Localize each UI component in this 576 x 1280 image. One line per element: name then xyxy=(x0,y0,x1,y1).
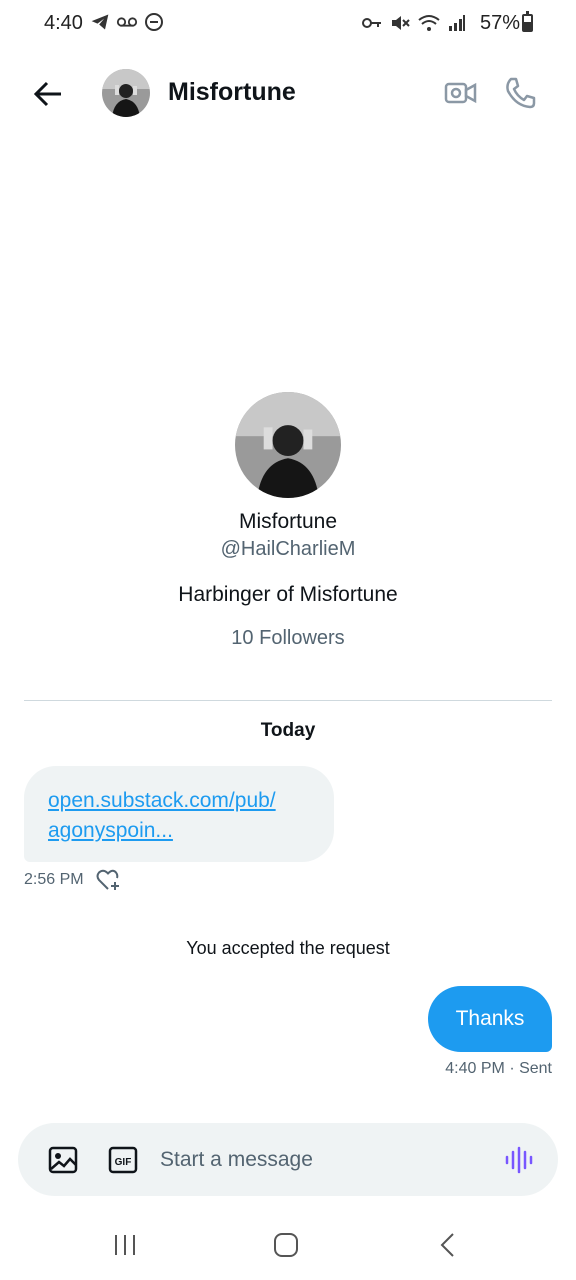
message-link-line-2[interactable]: agonyspoin... xyxy=(48,816,310,846)
outgoing-message-bubble[interactable]: Thanks xyxy=(428,986,552,1052)
key-icon xyxy=(362,18,381,28)
conversation-header: Misfortune xyxy=(0,56,576,130)
video-call-button[interactable] xyxy=(444,76,478,110)
status-time: 4:40 xyxy=(44,12,83,34)
incoming-message-meta: 2:56 PM xyxy=(24,868,122,892)
profile-name: Misfortune xyxy=(238,510,338,533)
profile-card: Misfortune @HailCharlieM Harbinger of Mi… xyxy=(0,392,576,650)
header-name[interactable]: Misfortune xyxy=(168,78,296,107)
message-composer: GIF xyxy=(18,1123,558,1196)
nav-back-button[interactable] xyxy=(436,1230,460,1260)
message-time: 2:56 PM xyxy=(24,871,84,888)
system-message: You accepted the request xyxy=(186,938,390,958)
add-gif-button[interactable]: GIF xyxy=(108,1145,138,1175)
system-navigation-bar xyxy=(0,1210,576,1280)
voicemail-icon xyxy=(116,17,138,27)
profile-handle: @HailCharlieM xyxy=(220,538,356,560)
nav-back-icon xyxy=(440,1233,454,1257)
dnd-icon xyxy=(145,13,163,31)
back-button[interactable] xyxy=(28,76,68,112)
back-arrow-icon xyxy=(33,81,61,107)
mute-icon xyxy=(392,16,410,30)
voice-icon xyxy=(505,1146,533,1174)
add-image-button[interactable] xyxy=(48,1145,78,1175)
battery-percent: 57% xyxy=(480,12,521,34)
home-icon xyxy=(274,1233,298,1257)
avatar-photo xyxy=(102,69,150,117)
date-separator: Today xyxy=(260,720,316,741)
profile-bio: Harbinger of Misfortune xyxy=(178,583,398,606)
telegram-icon xyxy=(91,14,109,30)
home-button[interactable] xyxy=(272,1230,300,1260)
profile-followers[interactable]: 10 Followers xyxy=(0,627,576,650)
phone-call-button[interactable] xyxy=(504,76,538,110)
incoming-message-bubble[interactable]: open.substack.com/pub/ agonyspoin... xyxy=(24,766,334,862)
phone-icon xyxy=(506,77,536,109)
profile-avatar[interactable] xyxy=(235,392,341,498)
add-reaction-heart-icon[interactable] xyxy=(96,868,122,892)
header-avatar[interactable] xyxy=(102,69,150,117)
voice-message-button[interactable] xyxy=(502,1143,536,1177)
wifi-icon xyxy=(418,15,440,31)
image-icon xyxy=(48,1146,78,1174)
avatar-photo xyxy=(235,392,341,498)
gif-icon: GIF xyxy=(108,1146,138,1174)
battery-icon xyxy=(522,11,533,32)
svg-text:GIF: GIF xyxy=(115,1157,132,1168)
message-link-line-1[interactable]: open.substack.com/pub/ xyxy=(48,786,310,816)
message-input[interactable] xyxy=(160,1137,480,1183)
divider xyxy=(24,700,552,701)
recents-button[interactable] xyxy=(110,1230,140,1260)
video-call-icon xyxy=(444,82,477,104)
signal-icon xyxy=(449,15,465,31)
status-bar: 4:40 57% xyxy=(0,0,576,48)
recents-icon xyxy=(115,1235,135,1255)
outgoing-message-meta: 4:40 PM · Sent xyxy=(445,1060,552,1077)
